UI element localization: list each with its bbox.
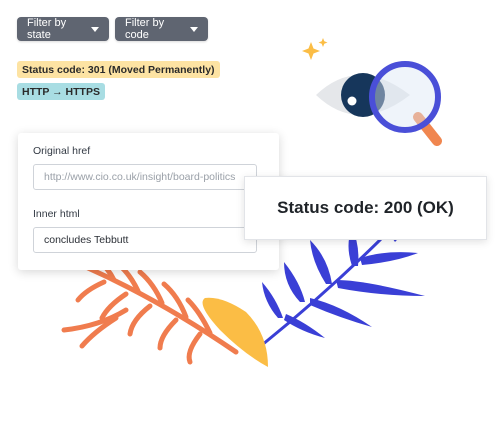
inner-html-label: Inner html xyxy=(33,208,80,220)
redirect-badge: HTTP → HTTPS xyxy=(17,83,105,100)
filter-by-state-label: Filter by state xyxy=(27,17,67,41)
status-badge-301: Status code: 301 (Moved Permanently) xyxy=(17,61,220,78)
chevron-down-icon xyxy=(190,26,198,32)
filter-by-code-button[interactable]: Filter by code xyxy=(115,17,208,41)
link-details-card: Original href http://www.cio.co.uk/insig… xyxy=(18,133,279,270)
sparkle-icon xyxy=(302,38,328,60)
original-href-label: Original href xyxy=(33,145,91,157)
status-200-box: Status code: 200 (OK) xyxy=(244,176,487,240)
chevron-down-icon xyxy=(91,26,99,32)
original-href-input[interactable]: http://www.cio.co.uk/insight/board-polit… xyxy=(33,164,257,190)
filter-by-code-label: Filter by code xyxy=(125,17,165,41)
inner-html-input[interactable]: concludes Tebbutt xyxy=(33,227,257,253)
filter-by-state-button[interactable]: Filter by state xyxy=(17,17,109,41)
magnifying-glass-icon xyxy=(369,61,442,146)
status-200-text: Status code: 200 (OK) xyxy=(277,198,454,217)
